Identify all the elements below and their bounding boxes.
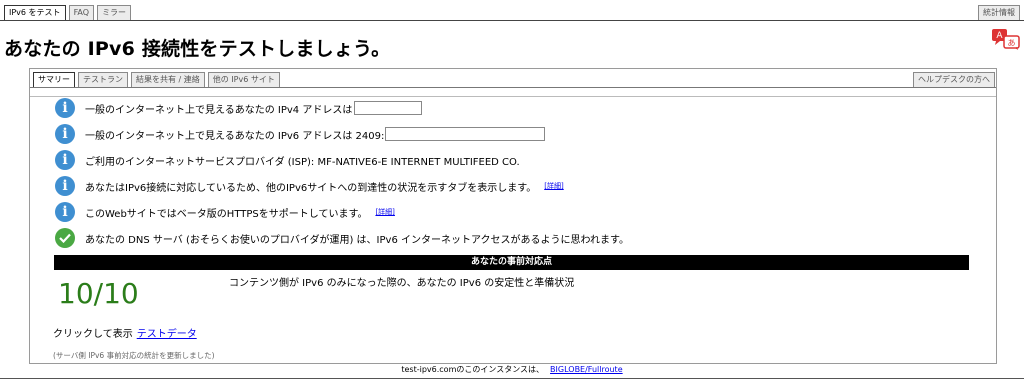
info-icon: i <box>55 150 75 170</box>
top-divider <box>0 20 1024 21</box>
ipv6-label: 一般のインターネット上で見えるあなたの IPv6 アドレスは 2409: <box>85 130 385 142</box>
isp-row: i ご利用のインターネットサービスプロバイダ (ISP): MF-NATIVE6… <box>55 150 520 170</box>
sub-tab-bar: サマリー テストラン 結果を共有 / 連絡 他の IPv6 サイト <box>33 72 280 88</box>
dns-row: あなたの DNS サーバ (おそらくお使いのプロバイダが運用) は、IPv6 イ… <box>55 228 629 248</box>
tab-helpdesk[interactable]: ヘルプデスクの方へ <box>913 72 995 88</box>
svg-text:あ: あ <box>1008 39 1016 48</box>
dns-label: あなたの DNS サーバ (おそらくお使いのプロバイダが運用) は、IPv6 イ… <box>85 234 629 246</box>
tab-summary[interactable]: サマリー <box>33 72 75 88</box>
footer-host-link[interactable]: BIGLOBE/Fullroute <box>550 365 623 374</box>
info-icon: i <box>55 124 75 144</box>
isp-label: ご利用のインターネットサービスプロバイダ (ISP): MF-NATIVE6-E… <box>85 156 520 168</box>
https-row: i このWebサイトではベータ版のHTTPSをサポートしています。 [詳細] <box>55 202 395 222</box>
tab-faq[interactable]: FAQ <box>68 5 95 21</box>
ipv4-row: i 一般のインターネット上で見えるあなたの IPv4 アドレスは <box>55 98 423 118</box>
page-title: あなたの IPv6 接続性をテストしましょう。 <box>4 38 391 60</box>
tab-stats[interactable]: 統計情報 <box>978 5 1020 21</box>
tab-test-run[interactable]: テストラン <box>78 72 128 88</box>
sub-tab-divider <box>30 87 996 88</box>
more-info-link[interactable]: [詳細] <box>544 181 563 191</box>
content-divider <box>30 96 996 97</box>
footer: test-ipv6.comのこのインスタンスは、 BIGLOBE/Fullrout… <box>0 364 1024 375</box>
ipv6-address-field <box>385 127 546 141</box>
svg-text:A: A <box>996 31 1003 41</box>
ipv6-tabs-row: i あなたはIPv6接続に対応しているため、他のIPv6サイトへの到達性の状況を… <box>55 176 564 196</box>
info-icon: i <box>55 98 75 118</box>
test-data-row: クリックして表示 テストデータ <box>53 325 197 340</box>
check-icon <box>55 228 75 248</box>
tab-mirror[interactable]: ミラー <box>97 5 132 21</box>
score-description: コンテンツ側が IPv6 のみになった際の、あなたの IPv6 の安定性と準備状… <box>229 278 575 289</box>
ipv6-row: i 一般のインターネット上で見えるあなたの IPv6 アドレスは 2409: <box>55 124 546 144</box>
readiness-score: 10/10 <box>58 277 139 310</box>
footer-text: test-ipv6.comのこのインスタンスは、 <box>401 365 545 374</box>
stats-footnote: (サーバ側 IPv6 事前対応の統計を更新しました) <box>53 351 215 360</box>
ipv4-label: 一般のインターネット上で見えるあなたの IPv4 アドレスは <box>85 104 353 116</box>
tab-share-contact[interactable]: 結果を共有 / 連絡 <box>131 72 205 88</box>
test-data-link[interactable]: テストデータ <box>137 329 197 340</box>
info-icon: i <box>55 202 75 222</box>
tab-other-ipv6-sites[interactable]: 他の IPv6 サイト <box>207 72 280 88</box>
info-icon: i <box>55 176 75 196</box>
translate-icon[interactable]: A あ <box>991 28 1023 50</box>
top-tab-bar: IPv6 をテスト FAQ ミラー <box>4 5 132 21</box>
ipv6-tabs-label: あなたはIPv6接続に対応しているため、他のIPv6サイトへの到達性の状況を示す… <box>85 182 537 194</box>
https-label: このWebサイトではベータ版のHTTPSをサポートしています。 <box>85 208 368 220</box>
readiness-header: あなたの事前対応点 <box>54 255 969 270</box>
more-info-link[interactable]: [詳細] <box>375 207 394 217</box>
click-to-show-label: クリックして表示 <box>53 329 133 340</box>
tab-test-ipv6[interactable]: IPv6 をテスト <box>4 5 66 21</box>
results-panel: サマリー テストラン 結果を共有 / 連絡 他の IPv6 サイト ヘルプデスク… <box>29 68 997 364</box>
bottom-divider <box>0 378 1024 379</box>
ipv4-address-field <box>354 101 423 115</box>
